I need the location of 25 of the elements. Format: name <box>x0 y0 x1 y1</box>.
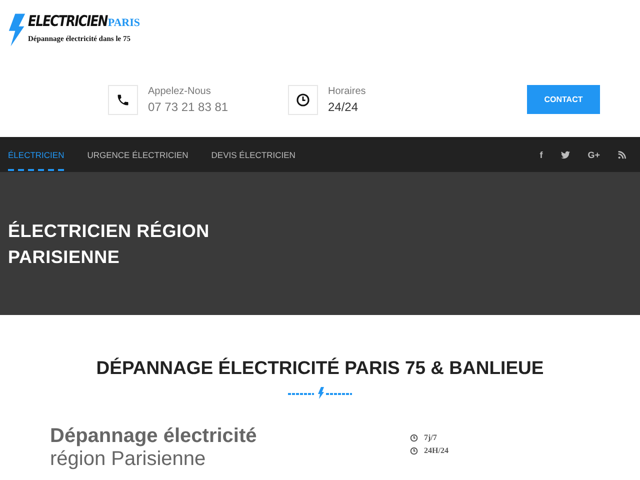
social-link[interactable]: f <box>540 150 543 160</box>
social-link[interactable]: G+ <box>588 150 600 160</box>
contact-value: 07 73 21 83 81 <box>148 100 228 114</box>
clock-icon <box>410 446 418 454</box>
bolt-logo-icon <box>8 12 26 48</box>
content-heading: Dépannage électricité <box>50 425 258 448</box>
divider-icon <box>288 387 352 399</box>
logo-city: PARIS <box>108 17 140 29</box>
rss-icon[interactable] <box>618 150 626 158</box>
nav-item[interactable]: URGENCE ÉLECTRICIEN <box>87 137 188 172</box>
hero-title: ÉLECTRICIEN RÉGION PARISIENNE <box>8 220 210 269</box>
logo-name: ELECTRICIEN <box>28 12 108 30</box>
contact-value: 24/24 <box>328 100 360 114</box>
contact-label: Appelez-Nous <box>148 86 212 96</box>
clock-icon <box>296 92 310 106</box>
hours-text: 24H/24 <box>424 446 448 455</box>
content-subheading: région Parisienne <box>50 448 207 470</box>
nav-item[interactable]: DEVIS ÉLECTRICIEN <box>211 137 296 172</box>
hours-text: 7j/7 <box>424 433 437 442</box>
contact-label: Horaires <box>328 86 366 96</box>
section-title: DÉPANNAGE ÉLECTRICITÉ PARIS 75 & BANLIEUE <box>95 357 545 379</box>
bird-icon[interactable] <box>560 150 570 158</box>
clock-icon <box>410 434 418 442</box>
phone-icon <box>116 92 130 106</box>
nav-item[interactable]: ÉLECTRICIEN <box>8 137 64 172</box>
